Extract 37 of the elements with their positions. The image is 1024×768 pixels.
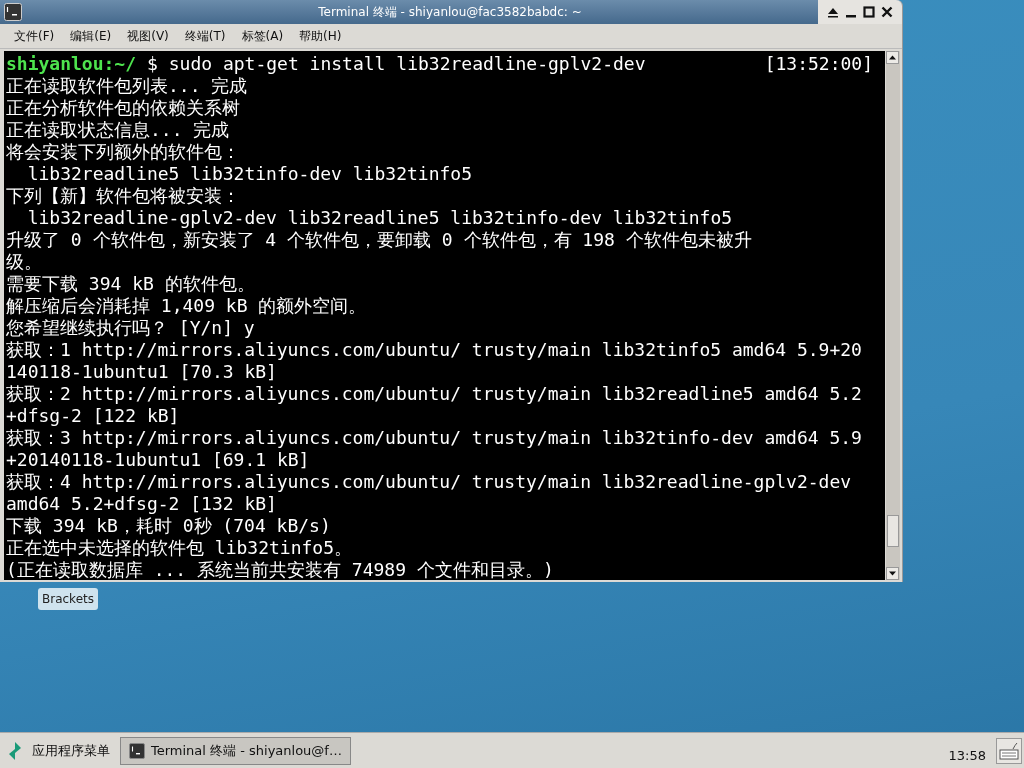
output-line: lib32readline-gplv2-dev lib32readline5 lib32tinfo-dev lib32tinfo5 xyxy=(26,207,734,229)
output-line: 解压缩后会消耗掉 1,409 kB 的额外空间。 xyxy=(6,295,368,317)
menu-item[interactable]: 编辑(E) xyxy=(62,27,120,45)
output-line: 将会安装下列额外的软件包： xyxy=(6,141,241,163)
menu-item[interactable]: 文件(F) xyxy=(6,27,63,45)
output-line: 需要下载 394 kB 的软件包。 xyxy=(6,273,256,295)
menu-item[interactable]: 视图(V) xyxy=(119,27,177,45)
taskbar-window-button[interactable]: Terminal 终端 - shiyanlou@f… xyxy=(120,736,351,765)
window-title: Terminal 终端 - shiyanlou@fac3582babdc: ~ xyxy=(317,3,583,21)
output-line: 140118-1ubuntu1 [70.3 kB] xyxy=(6,361,278,383)
output-line: 正在选中未选择的软件包 lib32tinfo5。 xyxy=(6,537,354,559)
output-line: 获取：4 http://mirrors.aliyuncs.com/ubuntu/ trusty/main lib32readline-gplv2-dev xyxy=(6,471,853,493)
output-line: 获取：1 http://mirrors.aliyuncs.com/ubuntu/ trusty/main lib32tinfo5 amd64 5.9+20 xyxy=(6,339,863,361)
output-line: +dfsg-2 [122 kB] xyxy=(6,405,181,427)
output-line: lib32readline5 lib32tinfo-dev lib32tinfo5 xyxy=(26,163,473,185)
output-line: 级。 xyxy=(6,251,43,273)
output-line: 您希望继续执行吗？ [Y/n] y xyxy=(6,317,256,339)
prompt-text: shiyanlou:~/ xyxy=(6,53,137,75)
command-text: $ sudo apt-get install lib32readline-gplv2-dev xyxy=(147,53,646,75)
output-line: +20140118-1ubuntu1 [69.1 kB] xyxy=(6,449,311,471)
menu-item[interactable]: 标签(A) xyxy=(233,27,292,45)
menu-item[interactable]: 帮助(H) xyxy=(291,27,350,45)
output-line: 正在分析软件包的依赖关系树 xyxy=(6,97,241,119)
menu-item[interactable]: 终端(T) xyxy=(176,27,234,45)
output-line: amd64 5.2+dfsg-2 [132 kB] xyxy=(6,493,278,515)
output-line: 获取：3 http://mirrors.aliyuncs.com/ubuntu/ trusty/main lib32tinfo-dev amd64 5.9 xyxy=(6,427,863,449)
output-line: 下列【新】软件包将被安装： xyxy=(6,185,241,207)
output-line: 正在读取软件包列表... 完成 xyxy=(6,75,249,97)
clock-text: 13:58 xyxy=(948,748,986,763)
timestamp-text: [13:52:00] xyxy=(764,53,873,75)
output-line: 升级了 0 个软件包，新安装了 4 个软件包，要卸载 0 个软件包，有 198 个软件包未被升 xyxy=(6,229,753,251)
desktop-icon-label[interactable]: Brackets xyxy=(38,588,98,610)
output-line: (正在读取数据库 ... 系统当前共安装有 74989 个文件和目录。) xyxy=(6,559,555,580)
app-menu-button[interactable]: 应用程序菜单 xyxy=(8,740,110,761)
output-line: 获取：2 http://mirrors.aliyuncs.com/ubuntu/ trusty/main lib32readline5 amd64 5.2 xyxy=(6,383,863,405)
output-line: 下载 394 kB，耗时 0秒 (704 kB/s) xyxy=(6,515,332,537)
output-line: 正在读取状态信息... 完成 xyxy=(6,119,231,141)
